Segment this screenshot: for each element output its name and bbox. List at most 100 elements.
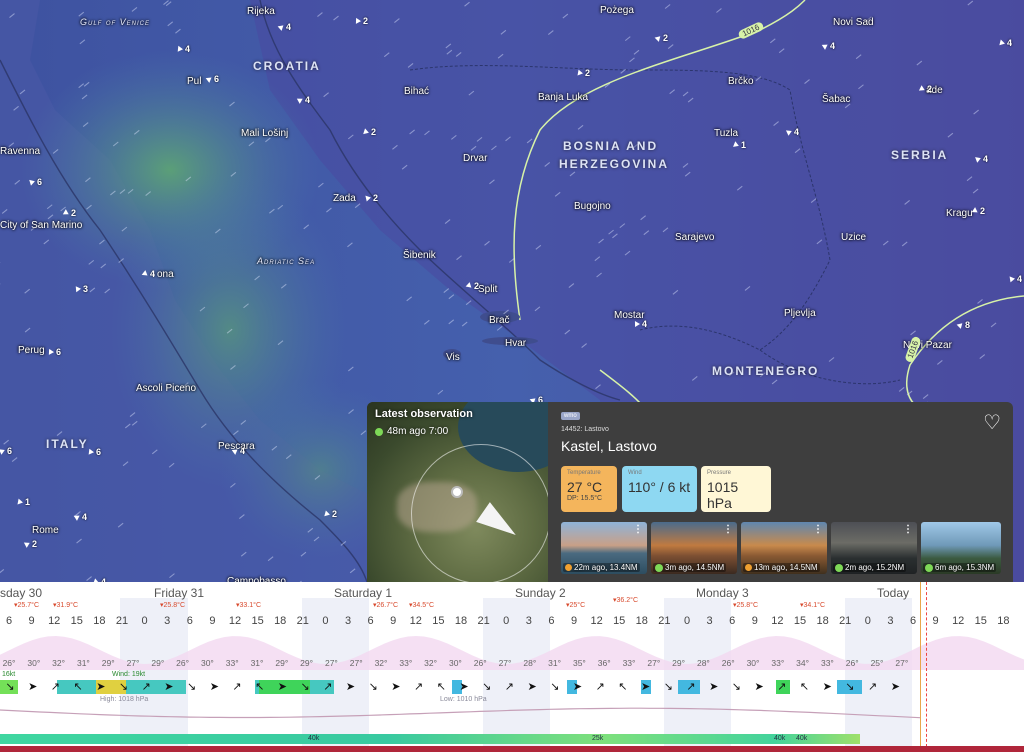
wind-station-marker[interactable]: 1 — [17, 497, 30, 507]
wind-arrow-icon: ↗ — [50, 681, 60, 693]
wind-station-marker[interactable]: 4 — [231, 446, 245, 456]
city-label[interactable]: Sarajevo — [675, 232, 714, 243]
wind-station-marker[interactable]: 2 — [324, 509, 337, 519]
city-label[interactable]: Pożega — [600, 5, 634, 16]
observation-popup[interactable]: Latest observation 48m ago 7:00 wmo 1445… — [367, 402, 1013, 582]
wind-station-marker[interactable]: 2 — [577, 68, 590, 78]
city-label[interactable]: Pljevlja — [784, 308, 816, 319]
wind-arrow-icon: ↖ — [73, 681, 83, 693]
more-menu-icon[interactable]: ⋮ — [903, 524, 913, 535]
city-label[interactable]: Pul — [187, 76, 201, 87]
temp-min-label: ▾26.7°C — [373, 601, 398, 609]
temperature-cell: 31° — [548, 658, 562, 668]
wind-station-marker[interactable]: 4 — [634, 319, 647, 329]
city-label[interactable]: Šibenik — [403, 250, 436, 261]
wind-station-marker[interactable]: 2 — [355, 16, 368, 26]
wind-station-marker[interactable]: 2 — [971, 206, 986, 216]
city-label[interactable]: Rijeka — [247, 6, 275, 17]
city-label[interactable]: Brač — [489, 315, 510, 326]
temperature-cell: 33° — [399, 658, 413, 668]
forecast-timeline[interactable]: sday 30 Friday 31 Saturday 1 Sunday 2 Mo… — [0, 582, 1024, 752]
wind-station-marker[interactable]: 2 — [654, 33, 668, 43]
city-label[interactable]: Tuzla — [714, 128, 738, 139]
wind-station-marker[interactable]: 2 — [62, 208, 76, 218]
wind-station-marker[interactable]: 2 — [465, 281, 479, 291]
city-label[interactable]: Split — [478, 284, 497, 295]
city-label[interactable]: Zada — [333, 193, 356, 204]
wind-arrow-icon — [1009, 275, 1016, 283]
city-label[interactable]: Novi Sad — [833, 17, 874, 28]
day-label[interactable]: Saturday 1 — [334, 586, 392, 600]
wind-station-marker[interactable]: 3 — [75, 284, 88, 294]
temperature-cell: 26° — [473, 658, 487, 668]
wind-speed: 1 — [741, 140, 747, 150]
wind-station-marker[interactable]: 2 — [23, 539, 37, 549]
hour-label: 6 — [5, 615, 13, 627]
city-label[interactable]: Vis — [446, 352, 460, 363]
hour-label: 15 — [251, 615, 264, 627]
city-label[interactable]: Perug — [18, 345, 45, 356]
now-marker-line[interactable] — [920, 582, 921, 752]
day-label[interactable]: Friday 31 — [154, 586, 204, 600]
wind-station-marker[interactable]: 6 — [88, 447, 101, 457]
wind-arrow-icon — [918, 85, 927, 93]
city-label[interactable]: Šabac — [822, 94, 850, 105]
more-menu-icon[interactable]: ⋮ — [813, 524, 823, 535]
webcam-thumbnail[interactable]: ⋮ 3m ago, 14.5NM — [651, 522, 737, 574]
webcam-thumbnail[interactable]: ⋮ 2m ago, 15.2NM — [831, 522, 917, 574]
webcam-thumbnail[interactable]: ⋮ 13m ago, 14.5NM — [741, 522, 827, 574]
wind-station-marker[interactable]: 2 — [918, 84, 932, 94]
wind-station-marker[interactable]: 6 — [0, 446, 12, 456]
wind-station-marker[interactable]: 4 — [296, 95, 310, 105]
city-label[interactable]: Drvar — [463, 153, 487, 164]
wind-station-marker[interactable]: 4 — [277, 22, 291, 32]
wind-station-marker[interactable]: 2 — [363, 127, 376, 137]
city-label[interactable]: Ascoli Piceno — [136, 383, 196, 394]
temperature-cell: 26° — [721, 658, 735, 668]
hour-label: 9 — [209, 615, 216, 627]
wind-speed: 2 — [980, 206, 986, 216]
city-label[interactable]: Bihać — [404, 86, 429, 97]
today-label[interactable]: Today — [877, 586, 909, 600]
more-menu-icon[interactable]: ⋮ — [633, 524, 643, 535]
webcam-caption: 13m ago, 14.5NM — [754, 563, 818, 572]
wind-station-marker[interactable]: 8 — [956, 320, 970, 330]
wind-station-marker[interactable]: 4 — [73, 512, 87, 522]
favorite-heart-icon[interactable]: ♡ — [983, 410, 1001, 435]
wind-station-marker[interactable]: 4 — [821, 41, 835, 51]
day-label[interactable]: Sunday 2 — [515, 586, 566, 600]
city-label[interactable]: Hvar — [505, 338, 526, 349]
city-label[interactable]: Brčko — [728, 76, 754, 87]
extreme-value: 36.2°C — [616, 597, 638, 604]
more-menu-icon[interactable]: ⋮ — [723, 524, 733, 535]
wind-station-marker[interactable]: 4 — [785, 127, 799, 137]
wind-station-marker[interactable]: 6 — [205, 74, 219, 84]
satellite-thumbnail[interactable]: Latest observation 48m ago 7:00 — [367, 402, 548, 582]
city-label[interactable]: Ravenna — [0, 146, 40, 157]
city-label[interactable]: Kragu — [946, 208, 973, 219]
wind-station-marker[interactable]: 4 — [999, 38, 1012, 48]
webcam-thumbnail[interactable]: 6m ago, 15.3NM — [921, 522, 1001, 574]
wind-station-marker[interactable]: 1 — [733, 140, 747, 150]
wind-station-marker[interactable]: 2 — [365, 193, 378, 203]
wind-station-marker[interactable]: 4 — [1009, 274, 1022, 284]
city-label[interactable]: Rome — [32, 525, 59, 536]
wind-arrow-icon: ➤ — [209, 681, 219, 693]
wind-station-marker[interactable]: 4 — [177, 44, 190, 54]
day-label[interactable]: sday 30 — [0, 586, 42, 600]
wind-station-marker[interactable]: 4 — [975, 154, 988, 164]
city-label[interactable]: Mali Lošinj — [241, 128, 288, 139]
temperature-cell: 27° — [126, 658, 140, 668]
wind-station-marker[interactable]: 4 — [141, 269, 155, 279]
city-label[interactable]: City of San Marino — [0, 220, 82, 231]
day-label[interactable]: Monday 3 — [696, 586, 749, 600]
now-dashed-line — [926, 582, 927, 752]
city-label[interactable]: ona — [157, 269, 174, 280]
city-label[interactable]: Bugojno — [574, 201, 611, 212]
wind-arrow-icon — [956, 321, 965, 329]
webcam-thumbnail[interactable]: ⋮ 22m ago, 13.4NM — [561, 522, 647, 574]
city-label[interactable]: Banja Luka — [538, 92, 588, 103]
wind-station-marker[interactable]: 6 — [48, 347, 61, 357]
city-label[interactable]: Uzice — [841, 232, 866, 243]
wind-station-marker[interactable]: 6 — [29, 177, 42, 187]
